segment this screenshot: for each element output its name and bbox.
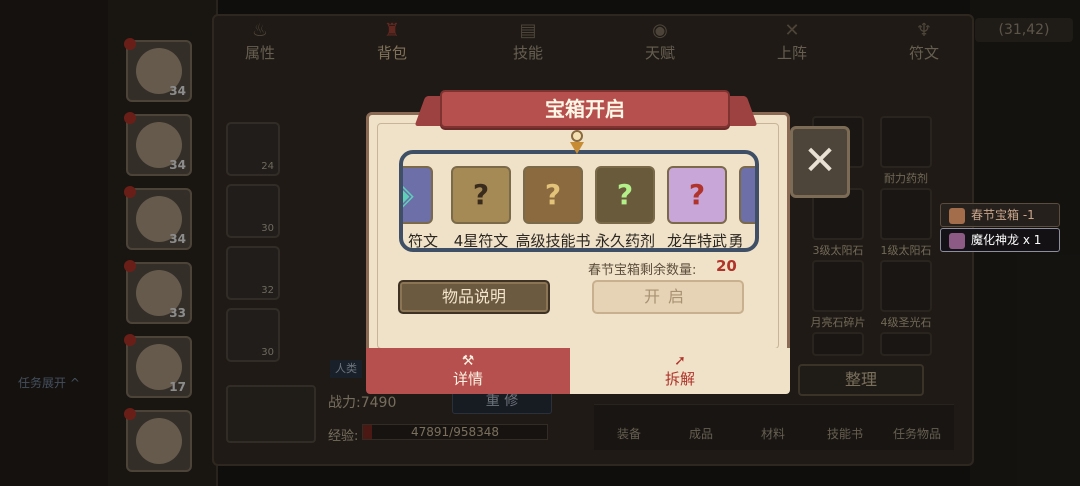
mystery-rune-icon: ? <box>472 178 490 211</box>
reel-item: ◈ <box>403 166 433 224</box>
mystery-potion-icon: ? <box>616 178 634 211</box>
reel-item: ? <box>595 166 655 224</box>
open-chest-button[interactable]: 开启 <box>592 280 744 314</box>
remaining-label: 春节宝箱剩余数量: <box>588 263 697 278</box>
reel-item-label: 高级技能书 <box>515 232 591 250</box>
tab-detail[interactable]: ⚒ 详情 <box>366 348 570 394</box>
mystery-weapon-icon: ? <box>688 178 706 211</box>
dialog-title: 宝箱开启 <box>440 90 730 128</box>
reel-item: ? <box>523 166 583 224</box>
close-icon: ✕ <box>803 138 837 184</box>
arrow-icon: ➚ <box>674 353 686 369</box>
remaining-count: 20 <box>716 257 737 275</box>
tab-disassemble[interactable]: ➚ 拆解 <box>570 348 790 394</box>
item-toast: 春节宝箱 -1 <box>940 203 1060 227</box>
close-button[interactable]: ✕ <box>790 126 850 198</box>
reel-pointer-icon <box>569 130 585 156</box>
reel-item-label: 4星符文 <box>453 232 509 250</box>
rune-icon: ◈ <box>403 168 431 222</box>
chest-icon <box>949 208 965 224</box>
reel-item-label: 勇 <box>728 232 744 250</box>
reward-reel: ◈ 符文 ? 4星符文 ? 高级技能书 ? 永久药剂 ? 龙年特武 勇 <box>399 150 759 252</box>
reel-item <box>739 166 755 224</box>
reel-item: ? <box>451 166 511 224</box>
hammer-icon: ⚒ <box>461 353 475 369</box>
dragon-icon <box>949 233 965 249</box>
item-info-button[interactable]: 物品说明 <box>398 280 550 314</box>
item-toast: 魔化神龙 x 1 <box>940 228 1060 252</box>
reel-item: ? <box>667 166 727 224</box>
reel-item-label: 永久药剂 <box>594 232 655 250</box>
reel-item-icon <box>741 168 755 222</box>
mystery-book-icon: ? <box>544 178 562 211</box>
